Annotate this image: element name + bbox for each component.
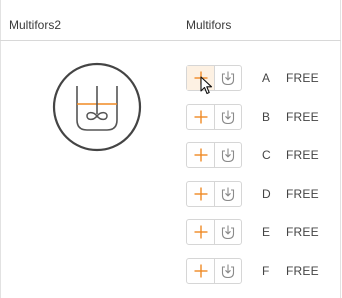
slot-status: FREE: [286, 148, 319, 162]
slot-button-group: [186, 65, 242, 91]
slot-button-group: [186, 181, 242, 207]
load-icon: [221, 264, 235, 278]
slot-status: FREE: [286, 264, 319, 278]
load-icon: [221, 110, 235, 124]
slot-status: FREE: [286, 187, 319, 201]
multifors-panel: Multifors2 Multifors A FREE B FREE C FREE D FRE…: [0, 0, 342, 298]
slot-button-group: [186, 219, 242, 245]
bioreactor-vessel-icon: [52, 62, 142, 152]
load-button[interactable]: [215, 105, 241, 129]
header-divider: [0, 40, 341, 41]
slot-letter: D: [262, 187, 271, 201]
load-icon: [221, 148, 235, 162]
add-button[interactable]: [187, 259, 215, 283]
mouse-cursor-icon: [200, 76, 213, 95]
panel-right-border: [340, 0, 341, 298]
plus-icon: [194, 264, 207, 278]
load-button[interactable]: [215, 220, 241, 244]
load-icon: [221, 187, 235, 201]
slot-letter: A: [262, 71, 271, 85]
add-button[interactable]: [187, 182, 215, 206]
slot-letter: B: [262, 110, 271, 124]
slot-letter: E: [262, 225, 271, 239]
plus-icon: [194, 187, 207, 201]
slot-status: FREE: [286, 225, 319, 239]
load-button[interactable]: [215, 66, 241, 90]
slot-button-group: [186, 142, 242, 168]
plus-icon: [194, 225, 207, 239]
left-header-title: Multifors2: [9, 18, 62, 32]
add-button[interactable]: [187, 220, 215, 244]
panel-left-border: [0, 0, 1, 298]
right-header-title: Multifors: [186, 18, 232, 32]
add-button[interactable]: [187, 143, 215, 167]
slot-status: FREE: [286, 110, 319, 124]
load-button[interactable]: [215, 143, 241, 167]
load-icon: [221, 225, 235, 239]
slot-letter: F: [262, 264, 270, 278]
slot-button-group: [186, 258, 242, 284]
slot-status: FREE: [286, 71, 319, 85]
load-button[interactable]: [215, 182, 241, 206]
load-icon: [221, 71, 235, 85]
slot-button-group: [186, 104, 242, 130]
plus-icon: [194, 148, 207, 162]
plus-icon: [194, 110, 207, 124]
add-button[interactable]: [187, 105, 215, 129]
slot-letter: C: [262, 148, 271, 162]
load-button[interactable]: [215, 259, 241, 283]
